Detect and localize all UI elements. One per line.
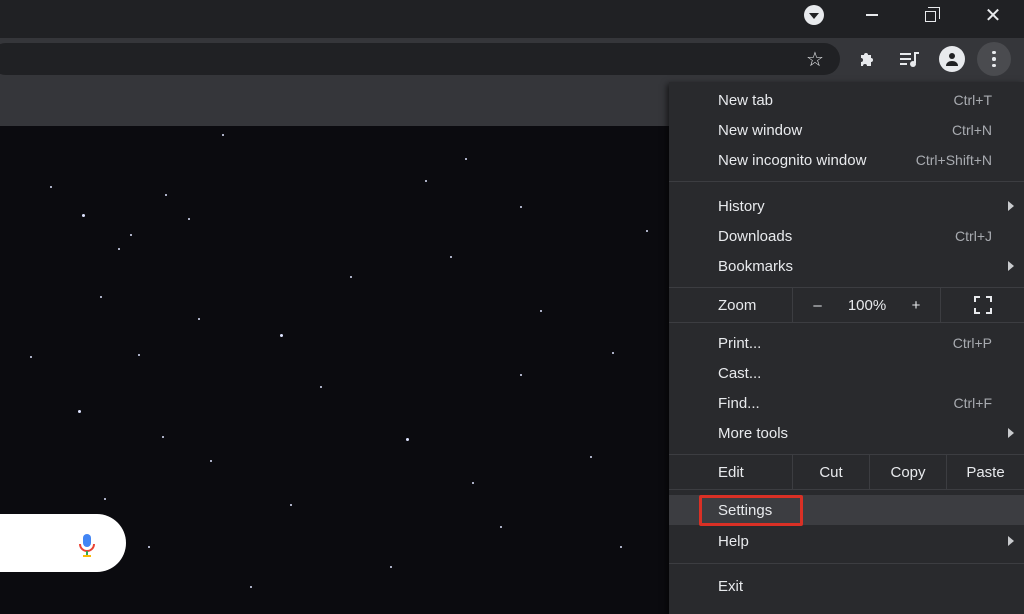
submenu-arrow-icon xyxy=(1008,428,1014,438)
menu-item-label: New incognito window xyxy=(718,151,867,169)
fullscreen-button[interactable] xyxy=(940,288,1024,322)
zoom-out-label: – xyxy=(813,296,822,314)
zoom-in-button[interactable]: + xyxy=(892,288,940,322)
menu-item-find[interactable]: Find... Ctrl+F xyxy=(669,388,1024,418)
menu-item-label: Exit xyxy=(718,577,744,595)
menu-item-shortcut: Ctrl+P xyxy=(952,335,992,351)
restore-icon xyxy=(925,7,940,22)
menu-item-shortcut: Ctrl+J xyxy=(955,228,992,244)
menu-item-downloads[interactable]: Downloads Ctrl+J xyxy=(669,221,1024,251)
tab-search-button[interactable] xyxy=(788,0,840,30)
menu-item-cast[interactable]: Cast... xyxy=(669,358,1024,388)
menu-item-label: Find... xyxy=(718,394,760,412)
search-box[interactable] xyxy=(0,514,126,572)
menu-item-label: History xyxy=(718,197,765,215)
menu-item-new-incognito-window[interactable]: New incognito window Ctrl+Shift+N xyxy=(669,145,1024,175)
settings-highlight-box xyxy=(699,495,803,526)
close-icon: ✕ xyxy=(984,4,1002,27)
star-icon: ☆ xyxy=(806,48,824,71)
edit-row: Edit Cut Copy Paste xyxy=(669,454,1024,490)
menu-item-shortcut: Ctrl+N xyxy=(951,122,992,138)
submenu-arrow-icon xyxy=(1008,536,1014,546)
minimize-icon xyxy=(866,14,878,16)
zoom-out-button[interactable]: – xyxy=(792,288,842,322)
menu-item-help[interactable]: Help xyxy=(669,526,1024,556)
restore-button[interactable] xyxy=(906,0,958,30)
menu-item-shortcut: Ctrl+F xyxy=(953,395,993,411)
profile-icon xyxy=(939,46,965,72)
menu-item-bookmarks[interactable]: Bookmarks xyxy=(669,251,1024,281)
menu-item-print[interactable]: Print... Ctrl+P xyxy=(669,328,1024,358)
menu-item-label: New window xyxy=(718,121,803,139)
menu-item-label: Downloads xyxy=(718,227,793,245)
menu-separator xyxy=(669,181,1024,182)
puzzle-icon xyxy=(861,53,873,66)
chrome-menu-button[interactable] xyxy=(977,42,1011,76)
bookmark-star-button[interactable]: ☆ xyxy=(800,44,830,74)
menu-item-label: More tools xyxy=(718,424,789,442)
zoom-level-value: 100% xyxy=(847,296,887,314)
cut-label: Cut xyxy=(819,463,843,481)
extensions-button[interactable] xyxy=(852,44,882,74)
copy-button[interactable]: Copy xyxy=(869,455,946,489)
address-bar[interactable] xyxy=(0,43,840,75)
menu-item-history[interactable]: History xyxy=(669,191,1024,221)
media-queue-icon xyxy=(900,52,919,67)
close-button[interactable]: ✕ xyxy=(967,0,1019,30)
media-control-button[interactable] xyxy=(894,44,924,74)
menu-item-new-window[interactable]: New window Ctrl+N xyxy=(669,115,1024,145)
cut-button[interactable]: Cut xyxy=(792,455,869,489)
menu-item-shortcut: Ctrl+T xyxy=(953,92,993,108)
menu-separator xyxy=(669,563,1024,564)
paste-button[interactable]: Paste xyxy=(946,455,1024,489)
zoom-in-label: + xyxy=(911,296,921,314)
fullscreen-icon xyxy=(973,296,992,314)
kebab-menu-icon xyxy=(992,50,996,68)
title-bar: ✕ xyxy=(0,0,1024,36)
menu-item-shortcut: Ctrl+Shift+N xyxy=(915,152,992,168)
menu-item-label: New tab xyxy=(718,91,774,109)
zoom-label: Zoom xyxy=(718,296,757,314)
menu-item-label: Help xyxy=(718,532,749,550)
voice-search-button[interactable] xyxy=(74,530,100,560)
submenu-arrow-icon xyxy=(1008,261,1014,271)
tab-search-icon xyxy=(804,5,824,25)
menu-item-label: Cast... xyxy=(718,364,762,382)
menu-item-label: Print... xyxy=(718,334,762,352)
microphone-icon xyxy=(79,534,95,557)
minimize-button[interactable] xyxy=(846,0,898,30)
profile-button[interactable] xyxy=(937,44,967,74)
menu-item-more-tools[interactable]: More tools xyxy=(669,418,1024,448)
chrome-main-menu: New tab Ctrl+T New window Ctrl+N New inc… xyxy=(669,82,1024,614)
menu-item-label: Bookmarks xyxy=(718,257,794,275)
paste-label: Paste xyxy=(966,463,1005,481)
copy-label: Copy xyxy=(890,463,926,481)
zoom-level: 100% xyxy=(842,288,892,322)
zoom-row: Zoom – 100% + xyxy=(669,287,1024,323)
submenu-arrow-icon xyxy=(1008,201,1014,211)
menu-item-new-tab[interactable]: New tab Ctrl+T xyxy=(669,85,1024,115)
menu-item-exit[interactable]: Exit xyxy=(669,571,1024,601)
edit-label: Edit xyxy=(718,463,744,481)
